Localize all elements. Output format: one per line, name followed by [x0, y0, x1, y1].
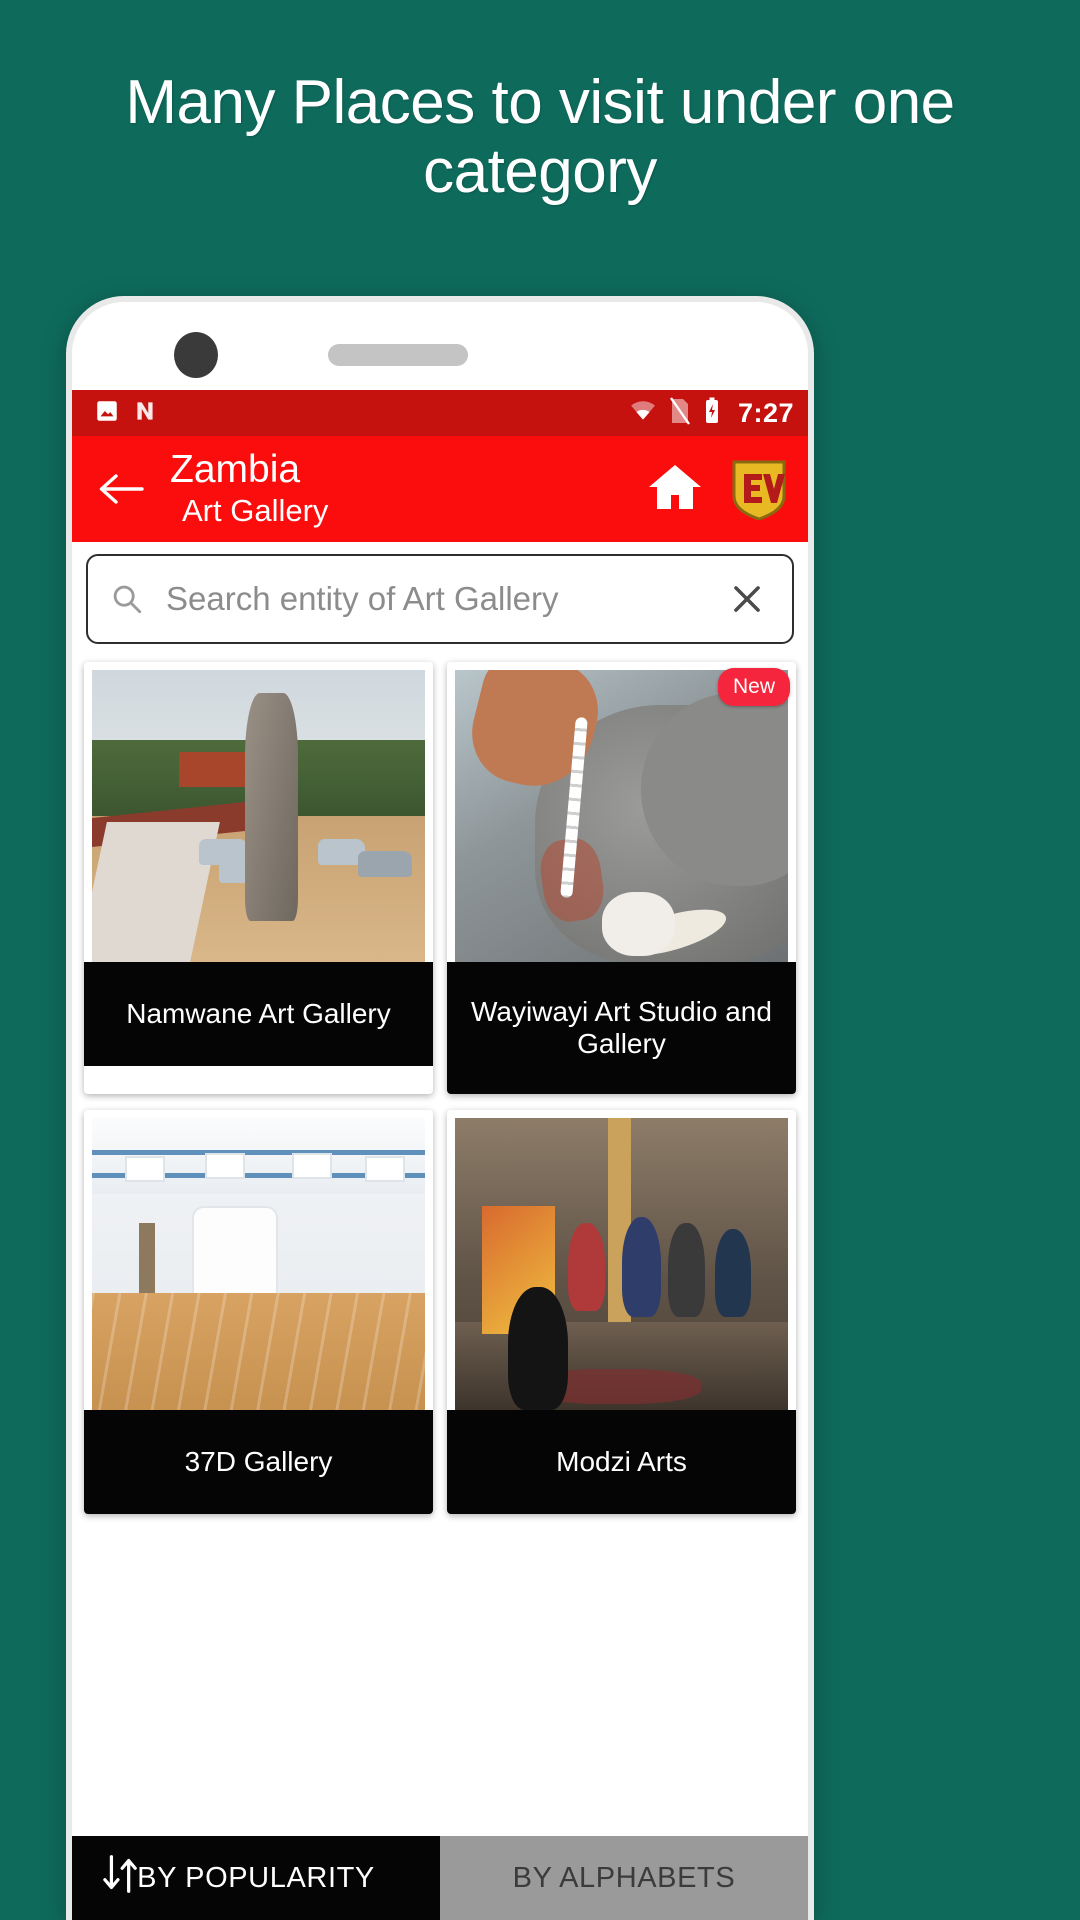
home-icon[interactable] [646, 461, 704, 518]
sort-tab-popularity[interactable]: BY POPULARITY [72, 1836, 440, 1920]
place-title: 37D Gallery [84, 1410, 433, 1514]
new-badge: New [717, 668, 790, 706]
battery-charging-icon [702, 397, 722, 430]
artwork-artists-studio [455, 1118, 788, 1410]
place-card[interactable]: 37D Gallery [84, 1110, 433, 1514]
search-bar[interactable] [86, 554, 794, 644]
page-subtitle: Art Gallery [182, 493, 329, 529]
sort-tab-label: BY ALPHABETS [512, 1861, 736, 1894]
status-clock: 7:27 [737, 397, 794, 428]
back-button[interactable] [92, 469, 148, 509]
place-thumbnail [455, 670, 788, 962]
sort-arrows-icon [98, 1851, 144, 1905]
place-thumbnail [92, 670, 425, 962]
sort-bar: BY POPULARITY BY ALPHABETS [72, 1836, 808, 1920]
app-bar-titles: Zambia Art Gallery [170, 448, 329, 529]
status-system-icons: 7:27 [628, 396, 794, 430]
promo-headline: Many Places to visit under one category [125, 68, 955, 207]
place-title: Wayiwayi Art Studio and Gallery [447, 962, 796, 1094]
artwork-gallery-interior [92, 1118, 425, 1410]
artwork-elephant-painting [455, 670, 788, 962]
search-section [72, 542, 808, 652]
artwork-statue-park [92, 670, 425, 962]
place-thumbnail [92, 1118, 425, 1410]
phone-screen: 7:27 Zambia Art Gallery Search entity of… [72, 302, 808, 1920]
sort-tab-alphabets[interactable]: BY ALPHABETS [440, 1836, 808, 1920]
nova-launcher-icon [132, 398, 158, 429]
place-card[interactable]: Namwane Art Gallery [84, 662, 433, 1094]
place-card[interactable]: Modzi Arts [447, 1110, 796, 1514]
app-bar: Zambia Art Gallery [72, 436, 808, 542]
status-notification-icons [94, 398, 158, 429]
android-status-bar: 7:27 [72, 390, 808, 436]
phone-mockup: 7:27 Zambia Art Gallery Search entity of… [66, 296, 814, 1920]
place-thumbnail [455, 1118, 788, 1410]
search-icon [110, 582, 150, 616]
brand-logo-icon[interactable] [730, 458, 788, 521]
sort-tab-label: BY POPULARITY [137, 1861, 375, 1894]
places-grid: Namwane Art Gallery New Wayiwayi Art Stu… [72, 652, 808, 1514]
app-bar-actions [646, 458, 792, 521]
page-title: Zambia [170, 448, 301, 492]
earpiece-speaker [328, 344, 468, 366]
front-camera-icon [174, 332, 218, 378]
image-icon [94, 398, 120, 429]
place-card[interactable]: New Wayiwayi Art Studio and Gallery [447, 662, 796, 1094]
place-title: Modzi Arts [447, 1410, 796, 1514]
close-icon[interactable] [724, 580, 770, 618]
wifi-icon [628, 398, 658, 429]
search-input[interactable] [150, 580, 724, 618]
device-bezel-top [72, 302, 808, 390]
place-title: Namwane Art Gallery [84, 962, 433, 1066]
sim-off-icon [668, 396, 692, 430]
